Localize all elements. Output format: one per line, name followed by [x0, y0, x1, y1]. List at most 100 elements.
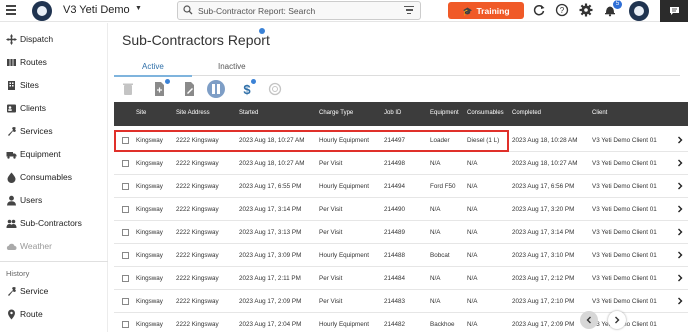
cell-started: 2023 Aug 17, 2:09 PM: [239, 298, 302, 305]
cell-charge-type: Hourly Equipment: [319, 252, 370, 259]
cell-equipment: N/A: [430, 298, 441, 305]
cell-completed: 2023 Aug 18, 10:27 AM: [512, 160, 578, 167]
column-header-site[interactable]: Site: [136, 110, 146, 116]
scroll-right-button[interactable]: [608, 311, 626, 329]
training-button[interactable]: 🎓 Training: [448, 2, 524, 19]
cell-client: V3 Yeti Demo Client 01: [592, 275, 657, 282]
row-checkbox[interactable]: [122, 321, 129, 328]
chevron-right-icon[interactable]: [676, 136, 684, 144]
trash-icon[interactable]: [120, 81, 136, 97]
app-switcher-caret-icon[interactable]: ▼: [135, 5, 142, 12]
column-header-consumables[interactable]: Consumables: [467, 110, 504, 116]
row-checkbox[interactable]: [122, 252, 129, 259]
chevron-right-icon[interactable]: [676, 205, 684, 213]
column-header-client[interactable]: Client: [592, 110, 607, 116]
chevron-right-icon[interactable]: [676, 228, 684, 236]
page-title: Sub-Contractors Report: [122, 32, 270, 48]
column-header-started[interactable]: Started: [239, 110, 258, 116]
sidebar-item-clients[interactable]: Clients: [0, 99, 108, 119]
user-avatar[interactable]: [629, 1, 649, 21]
sidebar-item-sub-contractors[interactable]: Sub-Contractors: [0, 214, 108, 234]
row-checkbox[interactable]: [122, 206, 129, 213]
filter-icon[interactable]: [404, 6, 414, 15]
sidebar-item-service-history[interactable]: Service: [0, 282, 108, 302]
column-header-job-id[interactable]: Job ID: [384, 110, 401, 116]
table-row[interactable]: Kingsway 2222 Kingsway 2023 Aug 17, 3:14…: [114, 198, 688, 221]
cell-site-address: 2222 Kingsway: [176, 229, 219, 236]
sidebar-item-weather[interactable]: Weather: [0, 237, 108, 257]
sidebar-item-consumables[interactable]: Consumables: [0, 168, 108, 188]
table-row[interactable]: Kingsway 2222 Kingsway 2023 Aug 17, 2:09…: [114, 290, 688, 313]
column-header-charge-type[interactable]: Charge Type: [319, 110, 353, 116]
chevron-right-icon[interactable]: [676, 182, 684, 190]
columns-icon: [212, 84, 220, 94]
sub-contractors-icon: [6, 219, 17, 228]
cell-consumables: N/A: [467, 275, 478, 282]
table-row[interactable]: Kingsway 2222 Kingsway 2023 Aug 17, 2:04…: [114, 313, 688, 332]
cell-job-id: 214498: [384, 160, 406, 167]
chevron-right-icon: [615, 316, 620, 324]
sidebar-item-equipment[interactable]: Equipment: [0, 145, 108, 165]
sidebar-item-label: Route: [20, 309, 43, 319]
chevron-right-icon[interactable]: [676, 159, 684, 167]
column-header-completed[interactable]: Completed: [512, 110, 541, 116]
cell-job-id: 214488: [384, 252, 406, 259]
table-row[interactable]: Kingsway 2222 Kingsway 2023 Aug 17, 3:09…: [114, 244, 688, 267]
users-icon: [7, 195, 16, 206]
table-row[interactable]: Kingsway 2222 Kingsway 2023 Aug 17, 6:55…: [114, 175, 688, 198]
search-input[interactable]: [198, 4, 398, 17]
row-checkbox[interactable]: [122, 275, 129, 282]
svg-text:$: $: [243, 82, 251, 97]
app-title[interactable]: V3 Yeti Demo: [63, 4, 130, 16]
sidebar-item-label: Consumables: [20, 172, 72, 182]
page-help-icon[interactable]: [259, 28, 265, 34]
cell-site-address: 2222 Kingsway: [176, 275, 219, 282]
refresh-icon[interactable]: [532, 3, 546, 17]
chevron-right-icon[interactable]: [676, 251, 684, 259]
cell-site: Kingsway: [136, 252, 163, 259]
sidebar-item-routes[interactable]: Routes: [0, 53, 108, 73]
sidebar-item-sites[interactable]: Sites: [0, 76, 108, 96]
edit-document-icon[interactable]: [182, 81, 198, 97]
column-header-equipment[interactable]: Equipment: [430, 110, 459, 116]
row-checkbox[interactable]: [122, 160, 129, 167]
search-box[interactable]: [177, 1, 421, 20]
sidebar-item-users[interactable]: Users: [0, 191, 108, 211]
sidebar-item-route-history[interactable]: Route: [0, 305, 108, 325]
cell-site: Kingsway: [136, 275, 163, 282]
table-row[interactable]: Kingsway 2222 Kingsway 2023 Aug 17, 3:13…: [114, 221, 688, 244]
chat-button[interactable]: [660, 0, 688, 22]
menu-icon[interactable]: [6, 5, 16, 17]
tab-inactive[interactable]: Inactive: [218, 62, 246, 71]
gear-icon[interactable]: [579, 3, 593, 17]
column-view-button[interactable]: [207, 80, 225, 98]
cell-completed: 2023 Aug 17, 3:14 PM: [512, 229, 575, 236]
tab-active[interactable]: Active: [142, 62, 164, 71]
row-checkbox[interactable]: [122, 183, 129, 190]
svg-text:?: ?: [560, 6, 565, 15]
disabled-action-icon[interactable]: [267, 81, 283, 97]
chevron-right-icon[interactable]: [676, 274, 684, 282]
cell-site: Kingsway: [136, 206, 163, 213]
scroll-left-button[interactable]: [580, 311, 598, 329]
table-row[interactable]: Kingsway 2222 Kingsway 2023 Aug 17, 2:11…: [114, 267, 688, 290]
chat-icon: [670, 7, 679, 15]
cell-charge-type: Per Visit: [319, 229, 343, 236]
cell-completed: 2023 Aug 17, 2:09 PM: [512, 321, 575, 328]
row-checkbox[interactable]: [122, 229, 129, 236]
cell-consumables: N/A: [467, 183, 478, 190]
cell-charge-type: Per Visit: [319, 160, 343, 167]
column-header-site-address[interactable]: Site Address: [176, 110, 210, 116]
help-icon[interactable]: ?: [555, 3, 569, 17]
services-icon: [8, 127, 16, 136]
cell-started: 2023 Aug 17, 2:04 PM: [239, 321, 302, 328]
sidebar-item-dispatch[interactable]: Dispatch: [0, 30, 108, 50]
cell-job-id: 214490: [384, 206, 406, 213]
sidebar-item-label: Services: [20, 126, 53, 136]
row-checkbox[interactable]: [122, 298, 129, 305]
top-bar: V3 Yeti Demo ▼ 🎓Training ? 5: [0, 0, 688, 22]
chevron-right-icon[interactable]: [676, 297, 684, 305]
table-row[interactable]: Kingsway 2222 Kingsway 2023 Aug 18, 10:2…: [114, 152, 688, 175]
cell-site: Kingsway: [136, 160, 163, 167]
sidebar-item-services[interactable]: Services: [0, 122, 108, 142]
